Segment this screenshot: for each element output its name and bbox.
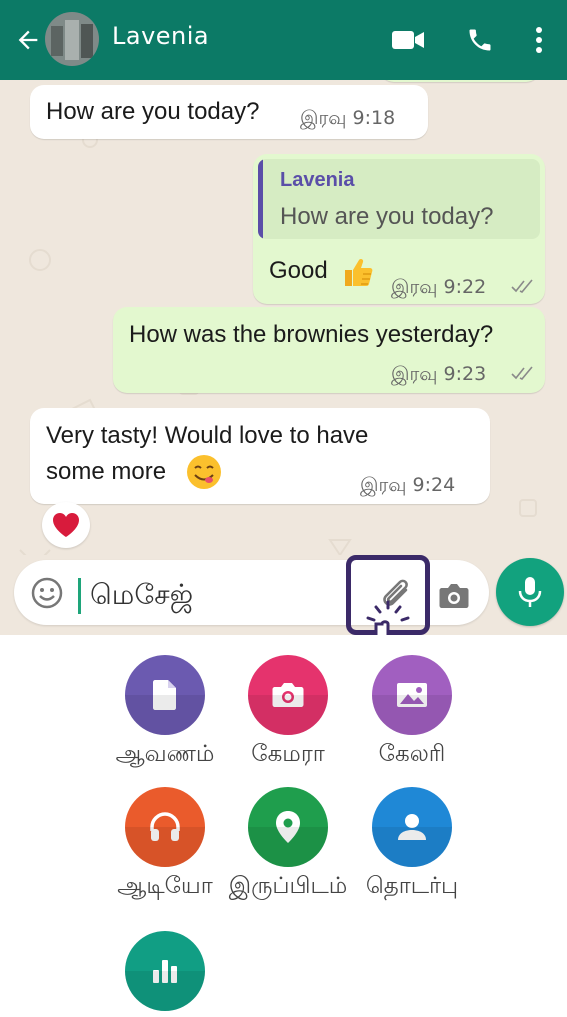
read-ticks-icon bbox=[511, 366, 533, 380]
attach-gallery-circle[interactable] bbox=[372, 655, 452, 735]
avatar[interactable] bbox=[45, 12, 99, 66]
attach-document[interactable]: ஆவணம் bbox=[105, 655, 225, 770]
emoji-icon[interactable] bbox=[30, 576, 64, 610]
message-placeholder: மெசேஜ் bbox=[90, 578, 194, 611]
attach-camera[interactable]: கேமரா bbox=[228, 655, 348, 770]
message-bubble-incoming[interactable]: How are you today? இரவு 9:18 bbox=[30, 85, 428, 139]
more-vertical-icon bbox=[536, 27, 542, 53]
attach-contact-circle[interactable] bbox=[372, 787, 452, 867]
attach-contact[interactable]: தொடர்பு bbox=[352, 787, 472, 902]
attach-location-label: இருப்பிடம் bbox=[228, 873, 348, 899]
attach-gallery-label: கேலரி bbox=[378, 741, 446, 767]
attach-location[interactable]: இருப்பிடம் bbox=[228, 787, 348, 902]
attach-audio-label: ஆடியோ bbox=[117, 873, 213, 899]
quoted-message[interactable]: Lavenia How are you today? bbox=[258, 159, 540, 239]
chat-area[interactable]: How are you today? இரவு 9:18 Lavenia How… bbox=[0, 80, 567, 635]
quoted-sender: Lavenia bbox=[280, 169, 355, 191]
compose-bar: மெசேஜ் bbox=[0, 555, 567, 635]
attach-poll-circle[interactable] bbox=[125, 931, 205, 1011]
message-time: இரவு 9:18 bbox=[300, 107, 396, 129]
quoted-text: How are you today? bbox=[280, 203, 494, 230]
message-text: Good bbox=[269, 257, 328, 284]
attachment-panel: ஆவணம் கேமரா கேலரி ஆடியோ இருப்பிடம் தொடர்… bbox=[0, 635, 567, 1013]
message-bubble-partial[interactable] bbox=[380, 80, 540, 82]
attach-location-circle[interactable] bbox=[248, 787, 328, 867]
attach-gallery[interactable]: கேலரி bbox=[352, 655, 472, 770]
message-bubble-incoming[interactable]: Very tasty! Would love to have some more… bbox=[30, 408, 490, 504]
message-text-line1: Very tasty! Would love to have bbox=[46, 422, 369, 449]
text-cursor bbox=[78, 578, 81, 614]
message-bubble-outgoing[interactable]: How was the brownies yesterday? இரவு 9:2… bbox=[113, 307, 545, 393]
contact-name[interactable]: Lavenia bbox=[112, 22, 209, 50]
chat-header: Lavenia bbox=[0, 0, 567, 80]
message-bubble-outgoing[interactable]: Lavenia How are you today? Good இரவு 9:2… bbox=[253, 154, 545, 304]
message-time: இரவு 9:24 bbox=[360, 474, 456, 496]
reaction-badge[interactable] bbox=[42, 502, 90, 548]
voice-record-button[interactable] bbox=[496, 558, 564, 626]
attach-document-circle[interactable] bbox=[125, 655, 205, 735]
camera-icon[interactable] bbox=[434, 576, 474, 616]
heart-icon bbox=[53, 513, 79, 537]
back-arrow-icon bbox=[18, 30, 38, 50]
video-call-button[interactable] bbox=[386, 20, 430, 60]
attach-camera-circle[interactable] bbox=[248, 655, 328, 735]
attach-poll[interactable] bbox=[105, 931, 225, 1017]
phone-icon bbox=[469, 29, 491, 51]
yum-face-emoji-icon bbox=[184, 452, 224, 492]
video-camera-icon bbox=[392, 31, 424, 49]
message-text-line2: some more bbox=[46, 458, 167, 485]
message-time: இரவு 9:23 bbox=[391, 363, 487, 385]
attach-document-label: ஆவணம் bbox=[115, 741, 215, 767]
message-time: இரவு 9:22 bbox=[391, 276, 487, 298]
message-text: How was the brownies yesterday? bbox=[129, 321, 494, 348]
attach-camera-label: கேமரா bbox=[251, 741, 325, 767]
microphone-icon bbox=[518, 577, 542, 607]
attach-audio[interactable]: ஆடியோ bbox=[105, 787, 225, 902]
message-text: How are you today? bbox=[46, 98, 260, 125]
read-ticks-icon bbox=[511, 279, 533, 293]
attach-audio-circle[interactable] bbox=[125, 787, 205, 867]
attach-contact-label: தொடர்பு bbox=[365, 873, 459, 899]
thumbs-up-emoji-icon bbox=[339, 252, 379, 292]
more-options-button[interactable] bbox=[524, 20, 554, 60]
back-button[interactable] bbox=[10, 20, 46, 60]
voice-call-button[interactable] bbox=[458, 20, 502, 60]
